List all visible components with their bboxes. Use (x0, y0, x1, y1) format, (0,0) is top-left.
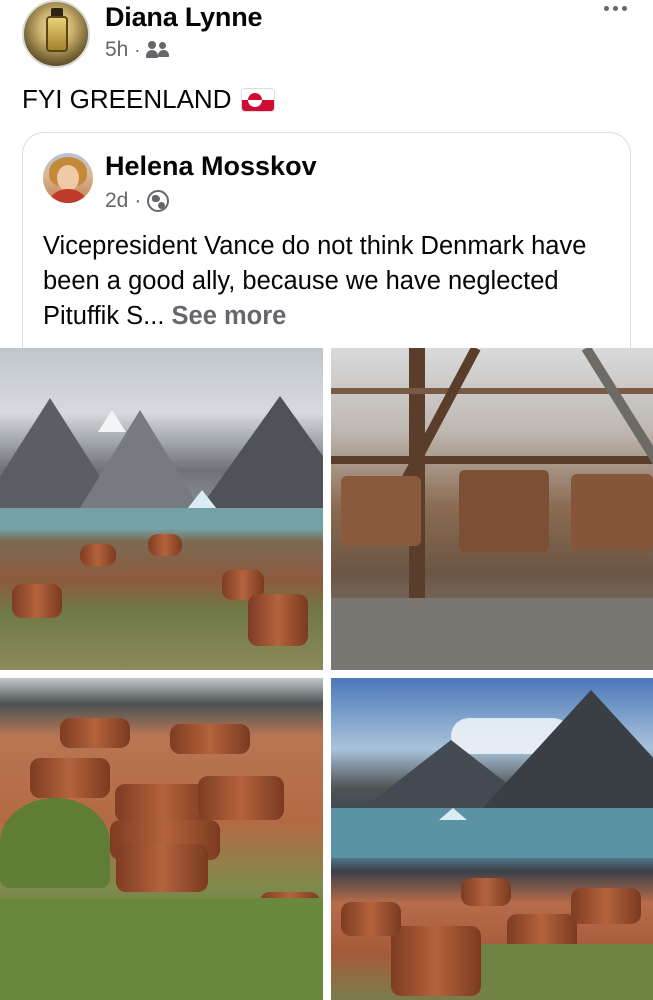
photo-rusted-barrels[interactable] (0, 678, 323, 1000)
shared-author-name[interactable]: Helena Mosskov (105, 151, 317, 182)
post-time[interactable]: 5h (105, 38, 128, 62)
shared-post-body: Vicepresident Vance do not think Denmark… (43, 232, 587, 330)
shared-post-time[interactable]: 2d (105, 189, 128, 213)
author-name[interactable]: Diana Lynne (105, 2, 263, 33)
greenland-flag-icon (241, 88, 274, 111)
globe-icon (147, 190, 170, 212)
shared-post-card[interactable]: Helena Mosskov 2d · Vicepresident Vance … (22, 132, 631, 362)
author-avatar[interactable] (22, 0, 90, 68)
more-options-icon[interactable] (604, 6, 627, 11)
avatar-bottle (46, 16, 68, 52)
group-icon (146, 41, 170, 59)
shared-post-meta: 2d · (105, 189, 170, 213)
photo-fjord-barrels[interactable] (0, 348, 323, 670)
post-header: Diana Lynne 5h · (0, 0, 653, 80)
shared-author-avatar[interactable] (43, 153, 93, 203)
see-more-link[interactable]: See more (172, 302, 287, 330)
meta-separator: · (134, 189, 142, 212)
meta-separator: · (134, 39, 141, 60)
photo-coast-barrels[interactable] (331, 678, 653, 1000)
photo-abandoned-trucks[interactable] (331, 348, 653, 670)
shared-post-text: Vicepresident Vance do not think Denmark… (43, 229, 623, 334)
post-text: FYI GREENLAND (22, 84, 274, 115)
post-text-content: FYI GREENLAND (22, 84, 232, 114)
post-meta: 5h · (105, 38, 170, 62)
